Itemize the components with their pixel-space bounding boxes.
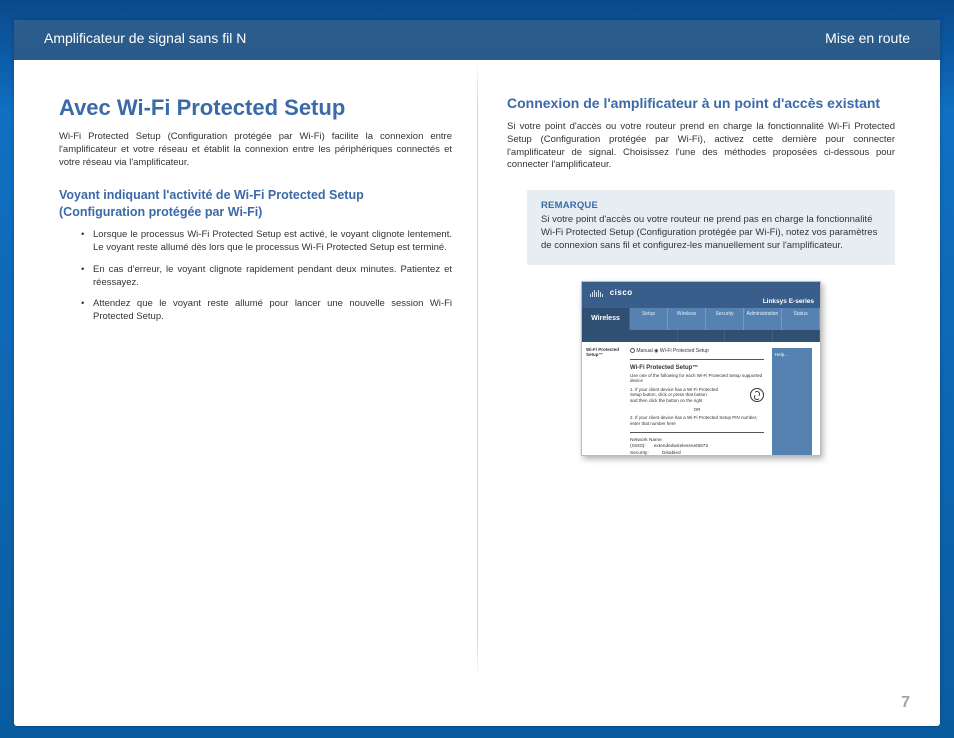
header-left-text: Amplificateur de signal sans fil N	[44, 30, 246, 60]
cisco-logo: cisco	[590, 288, 633, 297]
tab-admin: Administration	[744, 308, 782, 330]
linksys-label: Linksys E-series	[763, 298, 814, 305]
tab-setup: Setup	[630, 308, 668, 330]
nav-tabs: Setup Wireless Security Administration S…	[630, 308, 820, 330]
router-admin-screenshot: cisco Linksys E-series Wireless Setup Wi…	[581, 281, 821, 456]
figure-container: cisco Linksys E-series Wireless Setup Wi…	[507, 281, 895, 456]
figure-side-column: Help...	[772, 348, 812, 456]
right-column: Connexion de l'amplificateur à un point …	[477, 60, 940, 726]
figure-wps-heading: Wi-Fi Protected Setup™	[630, 365, 764, 371]
page-number: 7	[901, 694, 910, 712]
figure-mode-line: Manual ◉ Wi-Fi Protected Setup	[630, 348, 764, 354]
note-box: REMARQUE Si votre point d'accès ou votre…	[527, 190, 895, 264]
tab-wireless: Wireless	[668, 308, 706, 330]
right-heading: Connexion de l'amplificateur à un point …	[507, 95, 895, 111]
nav-category: Wireless	[582, 308, 630, 330]
tab-status: Status	[782, 308, 820, 330]
figure-nav: Wireless Setup Wireless Security Adminis…	[582, 308, 820, 330]
cisco-bars-icon	[590, 288, 604, 297]
column-divider	[477, 60, 478, 681]
left-column: Avec Wi-Fi Protected Setup Wi-Fi Protect…	[14, 60, 477, 726]
wps-icon	[750, 388, 764, 402]
figure-or: OR	[630, 407, 764, 412]
page-header: Amplificateur de signal sans fil N Mise …	[14, 20, 940, 60]
figure-step1: 1. If your client device has a Wi-Fi Pro…	[630, 387, 742, 405]
figure-wps-desc: Use one of the following for each Wi-Fi …	[630, 373, 764, 383]
figure-step2: 2. If your client device has a Wi-Fi Pro…	[630, 415, 764, 427]
list-item: Attendez que le voyant reste allumé pour…	[81, 298, 452, 324]
figure-body: Wi-Fi Protected Setup™ Manual ◉ Wi-Fi Pr…	[582, 342, 820, 455]
tab-security: Security	[706, 308, 744, 330]
note-text: Si votre point d'accès ou votre routeur …	[541, 214, 877, 251]
intro-paragraph: Wi-Fi Protected Setup (Configuration pro…	[59, 131, 452, 169]
figure-header: cisco Linksys E-series	[582, 282, 820, 308]
bullet-list: Lorsque le processus Wi-Fi Protected Set…	[59, 229, 452, 324]
right-intro: Si votre point d'accès ou votre routeur …	[507, 121, 895, 172]
cisco-text: cisco	[610, 288, 633, 297]
figure-side-label: Wi-Fi Protected Setup™	[582, 342, 630, 362]
figure-subnav	[582, 330, 820, 342]
note-label: REMARQUE	[541, 200, 881, 213]
section-heading-line2: (Configuration protégée par Wi-Fi)	[59, 205, 262, 219]
list-item: En cas d'erreur, le voyant clignote rapi…	[81, 264, 452, 290]
figure-network-info: Network Name (SSID): extendedwirelessnet…	[630, 438, 764, 456]
page-title: Avec Wi-Fi Protected Setup	[59, 95, 452, 121]
section-heading: Voyant indiquant l'activité de Wi-Fi Pro…	[59, 187, 452, 221]
header-right-text: Mise en route	[825, 30, 910, 60]
document-page: Amplificateur de signal sans fil N Mise …	[14, 20, 940, 726]
section-heading-line1: Voyant indiquant l'activité de Wi-Fi Pro…	[59, 188, 364, 202]
list-item: Lorsque le processus Wi-Fi Protected Set…	[81, 229, 452, 255]
